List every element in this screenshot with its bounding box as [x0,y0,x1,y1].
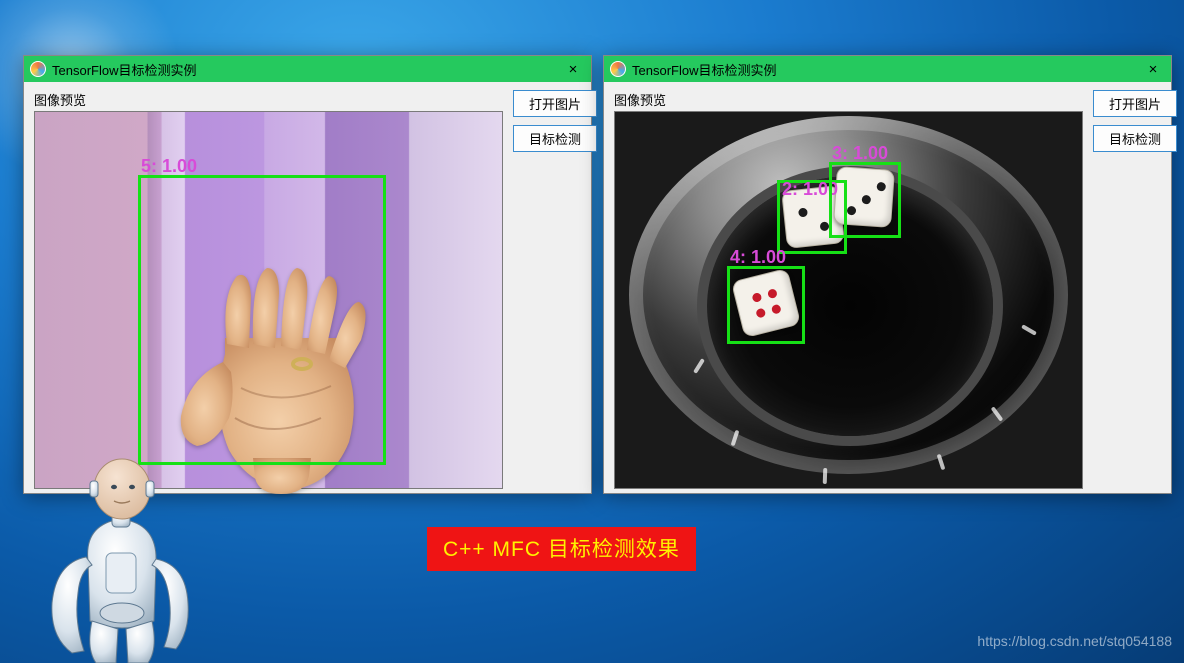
window-title: TensorFlow目标检测实例 [632,60,776,79]
tensorflow-detection-window-1: TensorFlow目标检测实例 × 图像预览 [23,55,592,494]
detection-label: 3: 1.00 [832,143,888,164]
detection-box-die3: 3: 1.00 [829,162,901,238]
detection-label: 4: 1.00 [730,247,786,268]
close-icon[interactable]: × [561,61,585,78]
detection-label: 5: 1.00 [141,156,197,177]
detection-box-die4: 4: 1.00 [727,266,805,344]
titlebar[interactable]: TensorFlow目标检测实例 × [604,56,1171,82]
detection-box-hand: 5: 1.00 [138,175,386,465]
client-area: 图像预览 [604,82,1171,499]
button-panel: 打开图片 目标检测 [1093,90,1177,489]
preview-label: 图像预览 [614,90,1083,109]
caption-banner: C++ MFC 目标检测效果 [427,527,696,571]
detect-button[interactable]: 目标检测 [513,125,597,152]
button-panel: 打开图片 目标检测 [513,90,597,489]
titlebar[interactable]: TensorFlow目标检测实例 × [24,56,591,82]
watermark-text: https://blog.csdn.net/stq054188 [977,633,1172,649]
window-title: TensorFlow目标检测实例 [52,60,196,79]
robot-illustration [26,453,216,663]
open-image-button[interactable]: 打开图片 [1093,90,1177,117]
client-area: 图像预览 [24,82,591,499]
tensorflow-detection-window-2: TensorFlow目标检测实例 × 图像预览 [603,55,1172,494]
close-icon[interactable]: × [1141,61,1165,78]
preview-label: 图像预览 [34,90,503,109]
detect-button[interactable]: 目标检测 [1093,125,1177,152]
image-preview: 5: 1.00 [34,111,503,489]
app-icon [610,61,626,77]
image-preview: 2: 1.00 3: 1.00 4: 1.00 [614,111,1083,489]
open-image-button[interactable]: 打开图片 [513,90,597,117]
app-icon [30,61,46,77]
